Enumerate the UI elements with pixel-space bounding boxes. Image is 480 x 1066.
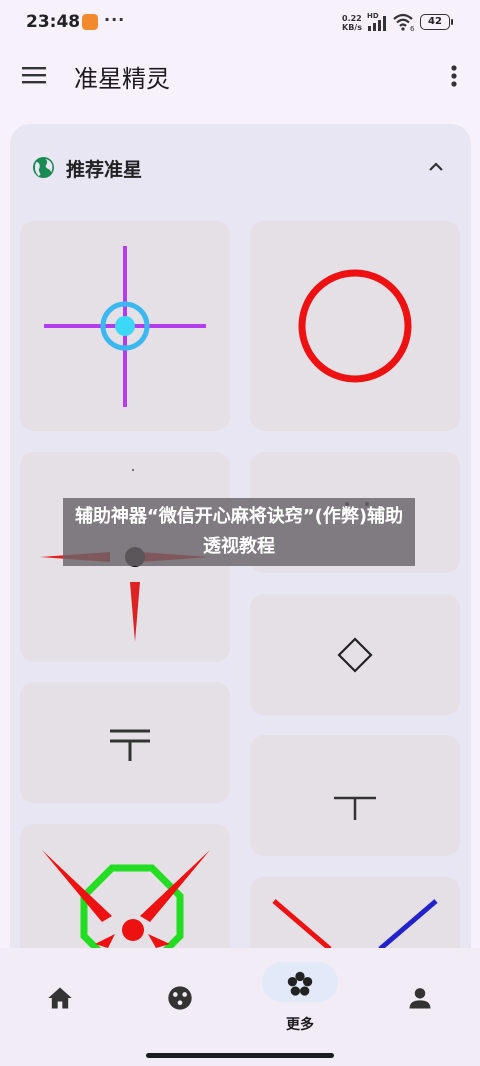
app-title: 准星精灵 [74,65,170,93]
network-type-label: HD [367,12,379,20]
nav-label-more: 更多 [286,1017,314,1033]
menu-icon[interactable] [22,63,46,87]
more-options-icon[interactable] [442,62,466,90]
more-notifications-icon: ··· [104,10,126,29]
gamepad-icon [168,986,192,1010]
app-bar: 准星精灵 [0,46,480,106]
cell-signal-icon: HD [367,12,386,31]
nav-item-home[interactable] [15,962,105,1026]
crosshair-blue-circle-icon [44,246,206,407]
bottom-navigation: 更多 [0,948,480,1066]
crosshair-tile-5[interactable] [250,594,460,715]
section-title: 推荐准星 [66,159,143,181]
status-bar: 23:48 ··· 0.22 KB/s HD 6 42 [0,0,480,46]
crosshair-tile-7[interactable] [250,735,460,856]
network-speed: 0.22 KB/s [342,14,362,32]
network-speed-unit: KB/s [342,23,362,32]
globe-icon [32,156,55,179]
watermark-overlay: 辅助神器“微信开心麻将诀窍”(作弊)辅助透视教程 [63,498,415,566]
wifi-icon: 6 [393,13,415,32]
home-icon [48,987,72,1009]
nav-item-profile[interactable] [375,962,465,1026]
network-speed-value: 0.22 [342,14,362,23]
person-icon [409,988,431,1009]
battery-icon: 42 [420,14,453,30]
crosshair-t-shape-icon [334,796,376,820]
crosshair-red-ring-icon [298,269,412,383]
nav-item-more[interactable]: 更多 [255,962,345,1033]
status-time: 23:48 [26,12,81,32]
crosshair-tile-6[interactable] [20,682,230,803]
chevron-up-icon[interactable] [426,157,446,177]
notification-app-icon [82,14,98,30]
wifi-badge: 6 [410,25,415,32]
flower-icon [287,971,313,996]
crosshair-tile-2[interactable] [250,221,460,431]
crosshair-tile-1[interactable] [20,221,230,431]
home-indicator[interactable] [146,1053,334,1058]
section-header[interactable]: 推荐准星 [10,124,471,210]
crosshair-double-bar-icon [110,729,150,761]
crosshair-diamond-icon [337,637,373,673]
nav-item-games[interactable] [135,962,225,1026]
